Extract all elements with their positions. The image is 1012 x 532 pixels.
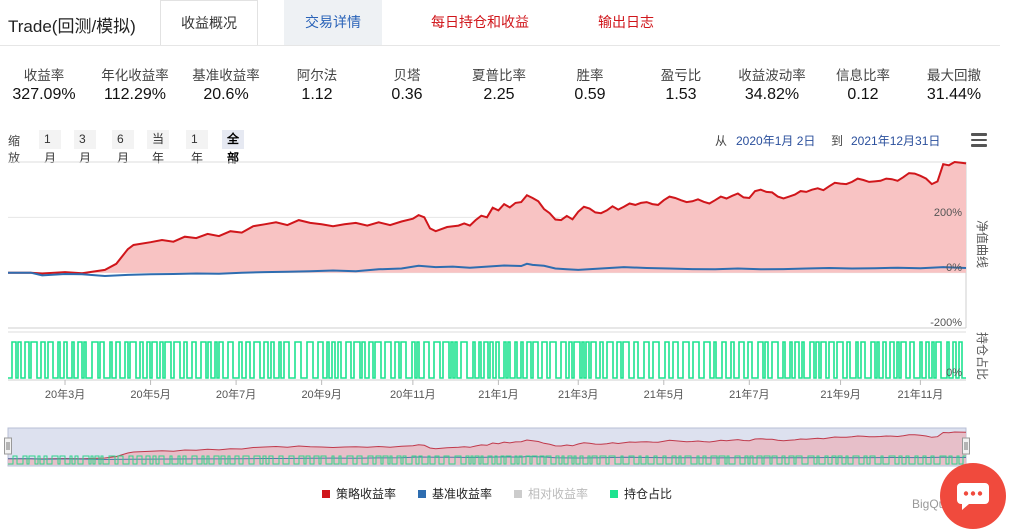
sub-side-title: 持仓占比 [975,332,990,380]
legend-item-position[interactable]: 持仓占比 [610,485,672,502]
zoom-3m-button[interactable]: 3月 [74,130,96,165]
chat-bubble-icon [957,483,989,510]
metric-label: 贝塔 [393,68,421,83]
legend-label: 策略收益率 [336,487,397,501]
metric-value: 0.59 [574,86,606,103]
zoom-1y-button[interactable]: 1年 [186,130,208,165]
chart-menu-icon[interactable] [971,133,987,147]
metric-value: 112.29% [104,86,166,103]
metric-label: 年化收益率 [101,68,169,83]
legend-swatch-benchmark [418,490,426,498]
metrics-row: 收益率 327.09% 年化收益率 112.29% 基准收益率 20.6% 阿尔… [0,64,1000,104]
tab-overview[interactable]: 收益概况 [160,0,258,45]
range-to-date[interactable]: 2021年12月31日 [851,132,940,149]
chat-button[interactable] [940,463,1006,529]
range-from-date[interactable]: 2020年1月 2日 [736,132,815,149]
metric-value: 0.12 [847,86,879,103]
metric-return: 收益率 327.09% [8,64,80,104]
metric-value: 31.44% [926,86,982,103]
metric-label: 基准收益率 [192,68,260,83]
x-tick-label: 20年3月 [45,387,85,401]
metric-profit-loss-ratio: 盈亏比 1.53 [646,64,716,104]
metric-value: 20.6% [203,86,249,103]
metric-max-drawdown: 最大回撤 31.44% [918,64,990,104]
range-to-label: 到 [831,134,844,148]
legend-label: 相对收益率 [528,487,589,501]
y-tick-0: 0% [946,262,962,274]
metric-alpha: 阿尔法 1.12 [282,64,352,104]
x-tick-label: 20年9月 [301,387,341,401]
metric-beta: 贝塔 0.36 [372,64,442,104]
metric-value: 34.82% [744,86,800,103]
x-tick-label: 20年5月 [130,387,170,401]
tab-trade-detail[interactable]: 交易详情 [284,0,382,45]
x-tick-label: 21年3月 [558,387,598,401]
zoom-6m-button[interactable]: 6月 [112,130,134,165]
chart-area: 20年3月 20年5月 20年7月 20年9月 20年11月 21年1月 21年3月 21年5… [4,160,990,467]
main-side-title: 净值曲线 [975,220,990,268]
metric-label: 收益率 [23,68,65,83]
navigator-handle [4,437,12,455]
app-title: Trade(回测/模拟) [8,17,136,36]
x-axis: 20年3月 20年5月 20年7月 20年9月 20年11月 21年1月 21年3月 21年5… [45,380,943,401]
position-line [8,341,966,379]
x-tick-label: 21年1月 [478,387,518,401]
x-tick-label: 20年11月 [390,387,436,401]
metric-label: 胜率 [576,68,604,83]
legend-label: 基准收益率 [432,487,493,501]
legend-item-relative[interactable]: 相对收益率 [514,485,588,502]
metric-label: 收益波动率 [738,68,806,83]
y-tick-200: 200% [934,207,962,219]
metric-label: 阿尔法 [296,68,338,83]
x-tick-label: 20年7月 [216,387,256,401]
metric-volatility: 收益波动率 34.82% [731,64,813,104]
metric-label: 盈亏比 [660,68,702,83]
zoom-all-button[interactable]: 全部 [222,130,245,165]
legend-item-strategy[interactable]: 策略收益率 [322,485,396,502]
position-pane [8,341,966,379]
metric-sharpe: 夏普比率 2.25 [462,64,536,104]
legend-item-benchmark[interactable]: 基准收益率 [418,485,492,502]
range-from-label: 从 [715,134,728,148]
x-tick-label: 21年11月 [898,387,944,401]
navigator[interactable] [4,427,970,467]
legend-swatch-relative [514,490,522,498]
metric-value: 327.09% [12,86,76,103]
x-tick-label: 21年7月 [729,387,769,401]
sub-y-tick-0: 0% [946,367,962,379]
metric-value: 0.36 [391,86,423,103]
zoom-ytd-button[interactable]: 当年 [147,130,170,165]
x-tick-label: 21年5月 [644,387,684,401]
metric-annual-return: 年化收益率 112.29% [92,64,178,104]
tab-output-log[interactable]: 输出日志 [582,0,670,45]
metric-value: 2.25 [483,86,515,103]
metric-label: 信息比率 [836,68,890,83]
metric-label: 夏普比率 [472,68,526,83]
metric-value: 1.53 [665,86,697,103]
main-pane [8,160,967,278]
metric-label: 最大回撤 [927,68,981,83]
legend-label: 持仓占比 [624,487,673,501]
header-divider [0,45,1000,46]
zoom-1m-button[interactable]: 1月 [39,130,61,165]
tab-daily-positions[interactable]: 每日持仓和收益 [416,0,544,45]
metric-benchmark-return: 基准收益率 20.6% [184,64,268,104]
metric-information-ratio: 信息比率 0.12 [827,64,899,104]
legend-swatch-position [610,490,618,498]
x-tick-label: 21年9月 [820,387,860,401]
header-bar: Trade(回测/模拟) 收益概况 交易详情 每日持仓和收益 输出日志 [0,0,1012,46]
metric-value: 1.12 [301,86,333,103]
navigator-handle [962,437,970,455]
metric-win-rate: 胜率 0.59 [555,64,625,104]
legend-swatch-strategy [322,490,330,498]
y-tick-neg200: -200% [930,317,962,329]
